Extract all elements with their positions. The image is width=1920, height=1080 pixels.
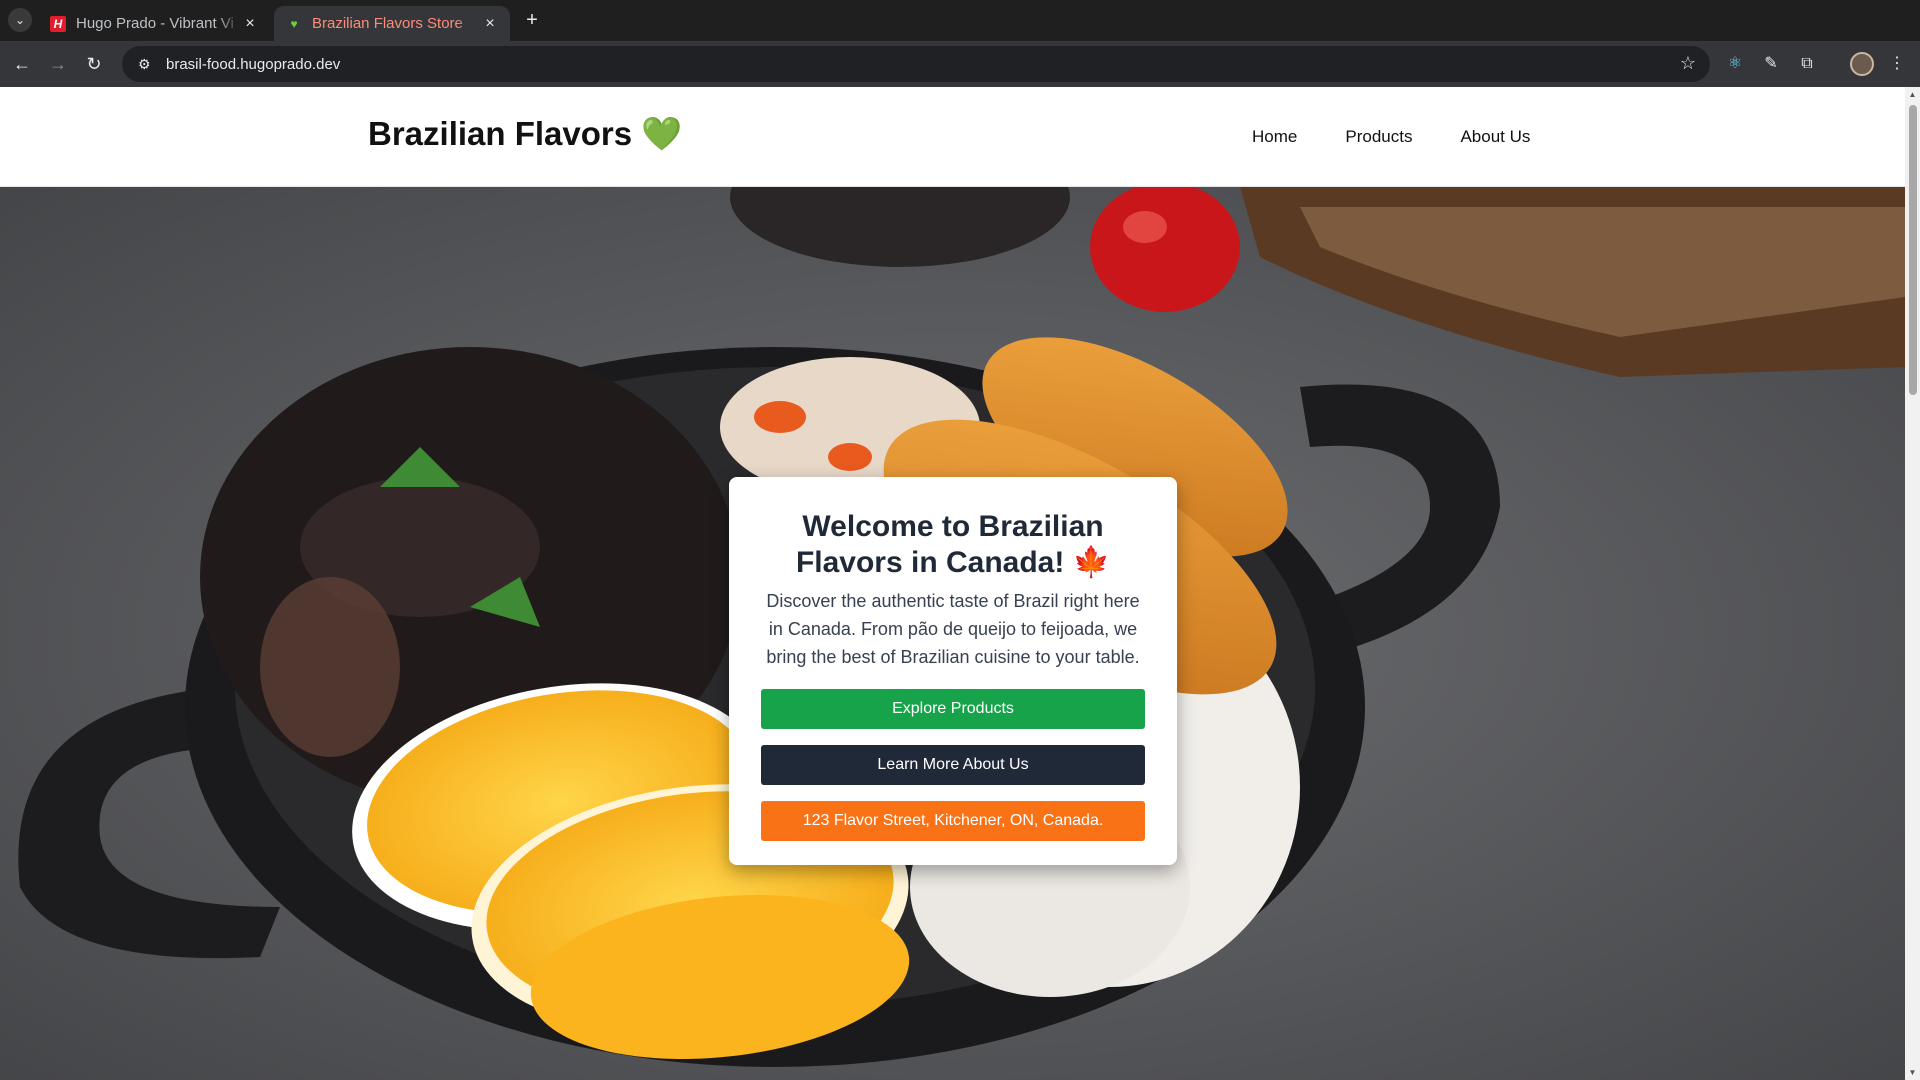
address-bar[interactable]: ⚙ brasil-food.hugoprado.dev ☆ (122, 46, 1710, 82)
profile-avatar-icon[interactable] (1850, 52, 1874, 76)
brand-logo[interactable]: Brazilian Flavors 💚 (368, 115, 682, 154)
tab-title: Brazilian Flavors Store (312, 15, 463, 32)
back-arrow-icon[interactable]: ← (8, 50, 36, 78)
tab-strip: ⌄ H Hugo Prado - Vibrant Vi × ♥ Brazilia… (0, 0, 1920, 41)
tab-brazilian-flavors[interactable]: ♥ Brazilian Flavors Store × (274, 6, 510, 41)
welcome-card: Welcome to Brazilian Flavors in Canada! … (729, 477, 1177, 865)
scroll-down-arrow-icon[interactable]: ▼ (1908, 1068, 1917, 1077)
site-header: Brazilian Flavors 💚 Home Products About … (0, 87, 1905, 187)
address-button[interactable]: 123 Flavor Street, Kitchener, ON, Canada… (761, 801, 1145, 841)
url-text[interactable]: brasil-food.hugoprado.dev (166, 56, 340, 73)
page-scrollbar[interactable]: ▲ ▼ (1905, 87, 1920, 1080)
nav-link-products[interactable]: Products (1345, 127, 1412, 147)
react-devtools-icon[interactable]: ⚛ (1724, 53, 1746, 75)
eyedropper-icon[interactable]: ✎ (1760, 53, 1782, 75)
site-info-icon[interactable]: ⚙ (138, 56, 166, 73)
close-tab-icon[interactable]: × (482, 15, 498, 33)
site-nav: Home Products About Us (1252, 127, 1530, 147)
close-tab-icon[interactable]: × (242, 15, 258, 33)
nav-link-about-us[interactable]: About Us (1460, 127, 1530, 147)
reload-icon[interactable]: ↻ (80, 50, 108, 78)
tab-search-chevron-icon[interactable]: ⌄ (8, 8, 32, 32)
scroll-up-arrow-icon[interactable]: ▲ (1908, 90, 1917, 99)
tab-title: Hugo Prado - Vibrant Vi (76, 15, 234, 32)
browser-toolbar: ← → ↻ ⚙ brasil-food.hugoprado.dev ☆ ⚛ ✎ … (0, 41, 1920, 87)
new-tab-plus-icon[interactable]: + (520, 8, 544, 32)
hero-section: Welcome to Brazilian Flavors in Canada! … (0, 187, 1905, 1080)
forward-arrow-icon[interactable]: → (44, 50, 72, 78)
more-menu-icon[interactable]: ⋮ (1886, 53, 1908, 75)
extensions-puzzle-icon[interactable]: ⧉ (1796, 53, 1818, 75)
tab-hugo-prado[interactable]: H Hugo Prado - Vibrant Vi × (38, 6, 270, 41)
explore-products-button[interactable]: Explore Products (761, 689, 1145, 729)
bookmark-star-icon[interactable]: ☆ (1680, 53, 1696, 74)
learn-more-button[interactable]: Learn More About Us (761, 745, 1145, 785)
welcome-title: Welcome to Brazilian Flavors in Canada! … (795, 510, 1111, 579)
nav-link-home[interactable]: Home (1252, 127, 1297, 147)
green-heart-icon: ♥ (290, 16, 298, 31)
page-viewport: Brazilian Flavors 💚 Home Products About … (0, 87, 1905, 1080)
scroll-thumb[interactable] (1909, 105, 1917, 395)
welcome-description: Discover the authentic taste of Brazil r… (766, 591, 1140, 667)
h-logo-icon: H (50, 15, 66, 32)
